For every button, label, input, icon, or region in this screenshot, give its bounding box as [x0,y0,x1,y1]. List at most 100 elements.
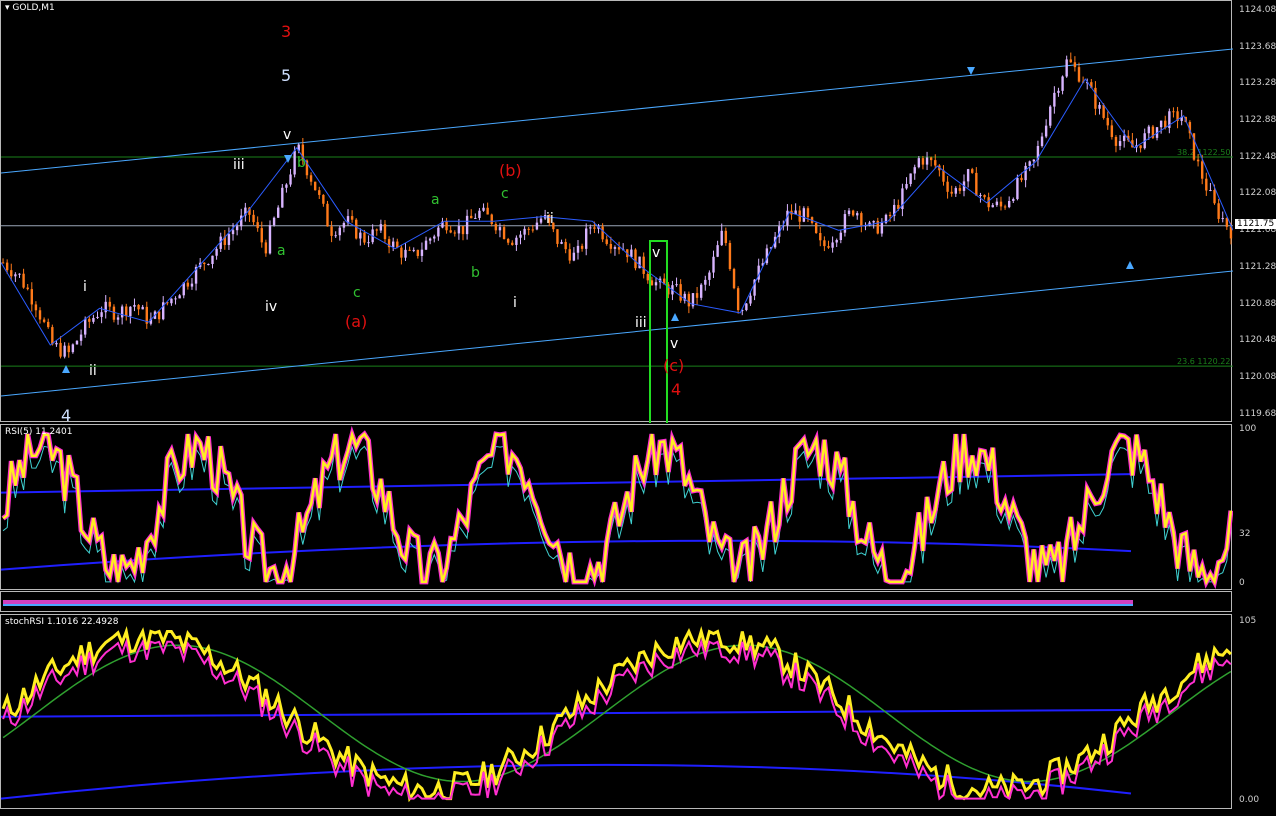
candle-body [749,295,752,304]
candle-body [51,327,54,345]
candle-body [404,249,407,258]
candle-body [289,174,292,185]
candle-body [1106,117,1109,126]
candle-body [851,210,855,216]
candle-body [687,293,691,307]
candle-body [281,187,284,208]
candle-body [609,243,613,249]
rsi-tick-label: 32 [1239,528,1251,539]
candle-body [1003,206,1007,208]
candle-body [1225,218,1229,227]
wave-highlight-box [649,240,668,423]
candle-body [498,227,502,231]
candle-body [133,304,136,307]
candle-body [1040,136,1044,147]
candle-body [186,282,190,287]
candle-body [991,205,994,208]
candle-body [831,242,834,248]
candle-body [814,222,818,234]
candle-body [350,216,354,220]
candle-body [860,213,863,226]
candle-body [724,230,728,244]
candle-body [67,345,70,353]
elliott-wave-label: b [297,155,306,171]
candle-body [695,293,699,298]
candle-body [30,289,33,305]
candle-body [909,173,912,184]
candle-body [1217,203,1220,219]
candle-body [1110,125,1114,138]
candle-body [318,190,321,195]
fib-level-label: 38.2 1122.50 [1177,148,1230,157]
candle-body [1102,104,1105,118]
mini-indicator-svg [3,600,1133,606]
current-price-tag: 1121.75 [1235,218,1276,229]
candle-body [157,311,161,320]
candle-body [379,224,383,231]
candle-body [445,221,448,231]
candle-body [449,230,452,233]
candle-body [326,203,329,227]
candle-body [383,224,387,240]
candle-body [971,169,974,173]
candle-body [613,247,617,249]
candle-body [14,274,17,277]
channel-lower-line [1,270,1233,397]
candle-body [515,237,518,245]
candle-body [1221,218,1224,220]
candle-body [1118,141,1122,146]
candle-body [568,249,571,261]
candle-body [125,306,128,317]
candle-body [428,238,432,241]
stochrsi-pane[interactable]: stochRSI 1.1016 22.4928 [0,614,1232,809]
candle-body [1201,161,1204,179]
candle-body [482,207,485,211]
candle-body [215,248,218,256]
elliott-wave-label: iv [265,299,277,315]
candle-body [527,228,530,230]
candle-body [950,191,953,194]
candle-body [1147,126,1151,134]
candle-body [966,169,970,182]
candle-body [240,215,243,227]
candle-body [293,150,296,175]
candle-body [650,280,654,286]
candle-body [83,318,87,335]
candle-body [108,301,112,307]
elliott-wave-label: v [670,336,678,352]
candle-body [408,249,411,251]
candle-body [720,230,723,246]
fib-level-label: 23.6 1120.22 [1177,357,1230,366]
elliott-wave-label: iii [635,315,647,331]
price-chart-pane[interactable]: ▾ GOLD,M1 38.2 1122.50 23.6 1120.22 3 5 v b ii… [0,0,1233,423]
candle-body [170,298,173,304]
arrow-down-icon [284,155,292,163]
candle-body [174,298,177,300]
candle-body [560,241,563,244]
candle-body [585,228,588,249]
arrow-up-icon [1126,261,1134,269]
candle-body [22,273,25,288]
mini-indicator-pane[interactable] [0,591,1232,612]
candle-body [424,240,428,250]
candle-body [342,222,346,228]
candle-body [819,233,822,241]
rsi-pane[interactable]: RSI(5) 11.2401 [0,424,1233,590]
candle-body [523,228,526,235]
elliott-wave-label: i [513,295,517,311]
rsi-tick-label: 100 [1239,424,1257,434]
candle-body [1069,59,1072,63]
candle-body [330,226,333,236]
candle-body [367,242,370,244]
price-tick-label: 1120.48 [1239,335,1276,346]
candle-body [1209,189,1212,191]
candle-body [979,195,982,197]
price-tick-label: 1122.48 [1239,151,1276,162]
candle-body [1098,104,1101,109]
candle-body [1114,137,1118,146]
candle-body [207,263,210,265]
elliott-wave-label: c [353,285,361,301]
candle-body [359,232,362,239]
candle-body [437,227,440,237]
candle-body [420,249,424,256]
